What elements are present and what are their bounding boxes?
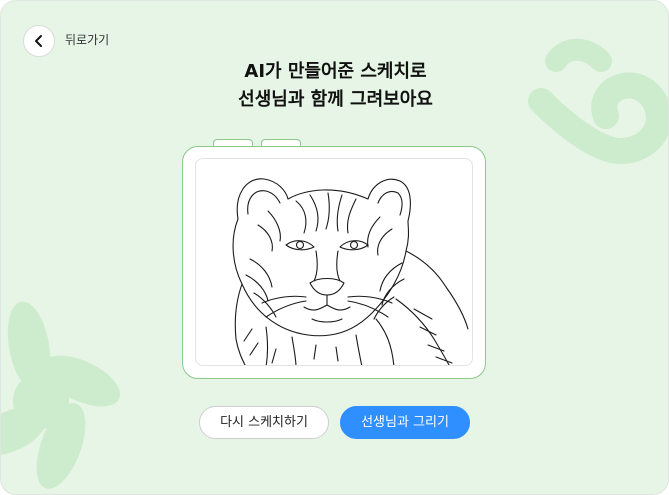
draw-with-teacher-button[interactable]: 선생님과 그리기 — [340, 406, 470, 439]
flower-decoration — [1, 301, 120, 489]
back-label[interactable]: 뒤로가기 — [65, 31, 109, 49]
page-title-line-1: AI가 만들어준 스케치로 — [244, 61, 427, 82]
sketch-canvas — [195, 158, 473, 366]
chevron-left-icon — [35, 35, 42, 47]
app-frame: 뒤로가기 AI가 만들어준 스케치로 선생님과 함께 그려보아요 다시 스케치하… — [0, 0, 669, 495]
resketch-button[interactable]: 다시 스케치하기 — [199, 406, 329, 439]
back-button[interactable] — [23, 25, 55, 57]
tiger-sketch-image — [232, 178, 469, 365]
page-title-line-2: 선생님과 함께 그려보아요 — [238, 89, 433, 110]
